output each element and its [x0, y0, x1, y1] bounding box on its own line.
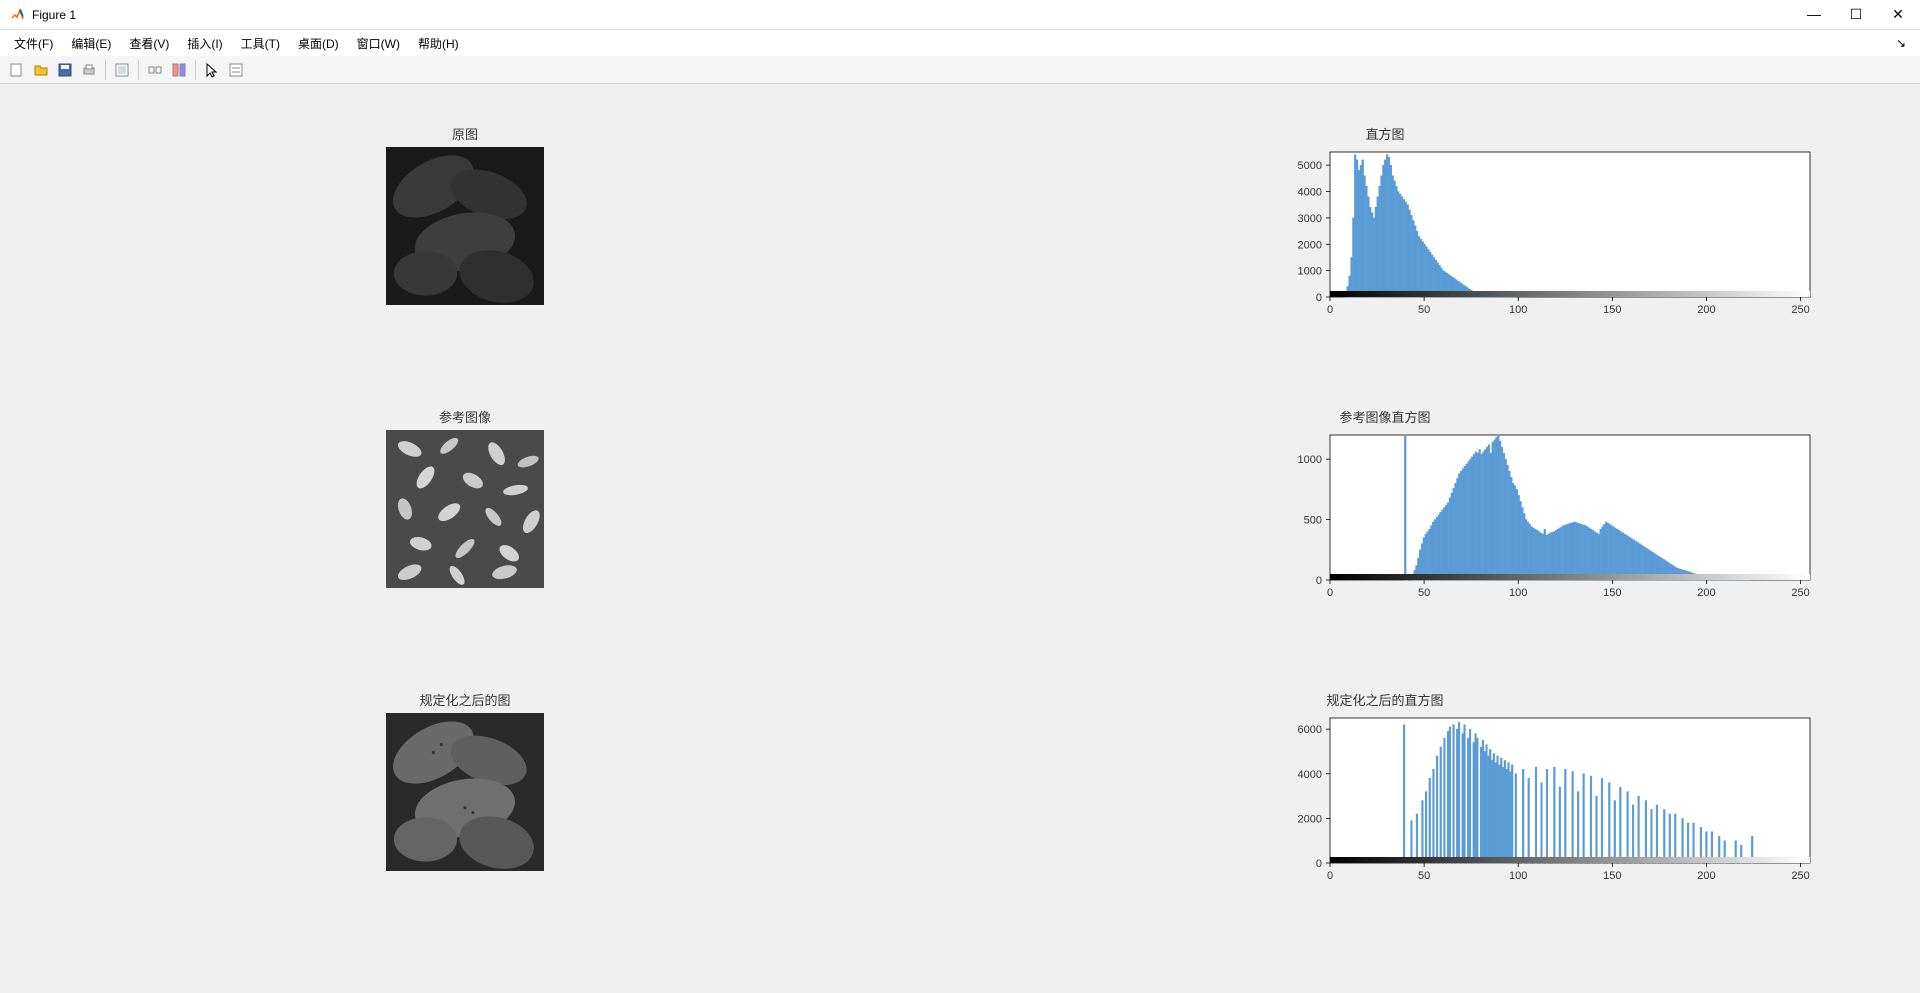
- close-button[interactable]: ✕: [1886, 6, 1910, 23]
- open-icon[interactable]: [30, 59, 52, 81]
- svg-text:50: 50: [1418, 870, 1430, 882]
- matlab-icon: [10, 7, 26, 23]
- svg-text:100: 100: [1509, 870, 1527, 882]
- subplot-title: 参考图像直方图: [1339, 407, 1430, 426]
- svg-text:4000: 4000: [1298, 187, 1322, 199]
- svg-text:2000: 2000: [1298, 813, 1322, 825]
- histogram-reference: 0 50 100 150 200 250 0 500 1000: [1280, 430, 1820, 610]
- svg-text:100: 100: [1509, 304, 1527, 316]
- menu-insert[interactable]: 插入(I): [179, 32, 230, 55]
- subplot-img1: 原图: [60, 124, 870, 387]
- save-icon[interactable]: [54, 59, 76, 81]
- svg-text:0: 0: [1327, 304, 1333, 316]
- edit-plot-icon[interactable]: [111, 59, 133, 81]
- figure-area: 原图 直方图 050100150200250010002000300040005…: [0, 84, 1920, 993]
- subplot-img2: 参考图像: [60, 407, 870, 670]
- image-original: [386, 147, 544, 305]
- figure-window: Figure 1 — ☐ ✕ 文件(F) 编辑(E) 查看(V) 插入(I) 工…: [0, 0, 1920, 993]
- svg-text:0: 0: [1316, 292, 1322, 304]
- menu-window[interactable]: 窗口(W): [349, 32, 408, 55]
- subplot-hist1: 直方图 0 50 100 150 200 250 0 1000 2000 3000 4000 5000: [890, 124, 1880, 387]
- svg-text:100: 100: [1509, 587, 1527, 599]
- titlebar: Figure 1 — ☐ ✕: [0, 0, 1920, 30]
- svg-text:250: 250: [1791, 870, 1809, 882]
- svg-text:250: 250: [1791, 587, 1809, 599]
- new-icon[interactable]: [6, 59, 28, 81]
- svg-text:50: 50: [1418, 304, 1430, 316]
- menu-edit[interactable]: 编辑(E): [63, 32, 119, 55]
- svg-text:50: 50: [1418, 587, 1430, 599]
- insert-colorbar-icon[interactable]: [168, 59, 190, 81]
- svg-text:1000: 1000: [1298, 454, 1322, 466]
- svg-text:250: 250: [1791, 304, 1809, 316]
- link-icon[interactable]: [144, 59, 166, 81]
- menu-tools[interactable]: 工具(T): [233, 32, 288, 55]
- svg-text:200: 200: [1697, 587, 1715, 599]
- toolbar-dropdown-icon[interactable]: ↘: [1896, 36, 1914, 50]
- svg-text:0: 0: [1316, 858, 1322, 870]
- image-reference: [386, 430, 544, 588]
- minimize-button[interactable]: —: [1802, 6, 1826, 23]
- svg-text:150: 150: [1603, 870, 1621, 882]
- window-controls: — ☐ ✕: [1802, 6, 1910, 23]
- toolbar: [0, 56, 1920, 84]
- subplot-title: 规定化之后的图: [419, 690, 510, 709]
- svg-text:3000: 3000: [1298, 213, 1322, 225]
- svg-text:200: 200: [1697, 304, 1715, 316]
- subplot-title: 参考图像: [439, 407, 491, 426]
- menu-view[interactable]: 查看(V): [121, 32, 177, 55]
- subplot-title: 直方图: [1365, 124, 1404, 143]
- svg-text:2000: 2000: [1298, 239, 1322, 251]
- menubar: 文件(F) 编辑(E) 查看(V) 插入(I) 工具(T) 桌面(D) 窗口(W…: [0, 30, 1920, 56]
- image-matched: [386, 713, 544, 871]
- print-icon[interactable]: [78, 59, 100, 81]
- subplot-title: 规定化之后的直方图: [1326, 690, 1443, 709]
- svg-text:500: 500: [1304, 515, 1322, 527]
- subplot-hist2: 参考图像直方图 0 50 100 150 200 250 0 500 1000: [890, 407, 1880, 670]
- svg-text:4000: 4000: [1298, 769, 1322, 781]
- svg-text:1000: 1000: [1298, 266, 1322, 278]
- svg-text:6000: 6000: [1298, 724, 1322, 736]
- maximize-button[interactable]: ☐: [1844, 6, 1868, 23]
- histogram-matched: 0 50 100 150 200 250 0 2000 4000 6000: [1280, 713, 1820, 893]
- subplot-img3: 规定化之后的图: [60, 690, 870, 953]
- pointer-icon[interactable]: [201, 59, 223, 81]
- menu-file[interactable]: 文件(F): [6, 32, 61, 55]
- svg-text:5000: 5000: [1298, 160, 1322, 172]
- svg-text:0: 0: [1327, 870, 1333, 882]
- histogram-original: 0 50 100 150 200 250 0 1000 2000 3000 4000 5000: [1280, 147, 1820, 327]
- subplot-hist3: 规定化之后的直方图 0 50 100 150 200 250 0 2000 4000 6000: [890, 690, 1880, 953]
- svg-text:0: 0: [1316, 575, 1322, 587]
- menu-desktop[interactable]: 桌面(D): [290, 32, 347, 55]
- svg-text:0: 0: [1327, 587, 1333, 599]
- subplot-title: 原图: [452, 124, 478, 143]
- svg-text:150: 150: [1603, 304, 1621, 316]
- svg-text:150: 150: [1603, 587, 1621, 599]
- window-title: Figure 1: [32, 8, 1802, 22]
- svg-text:200: 200: [1697, 870, 1715, 882]
- insert-legend-icon[interactable]: [225, 59, 247, 81]
- menu-help[interactable]: 帮助(H): [410, 32, 467, 55]
